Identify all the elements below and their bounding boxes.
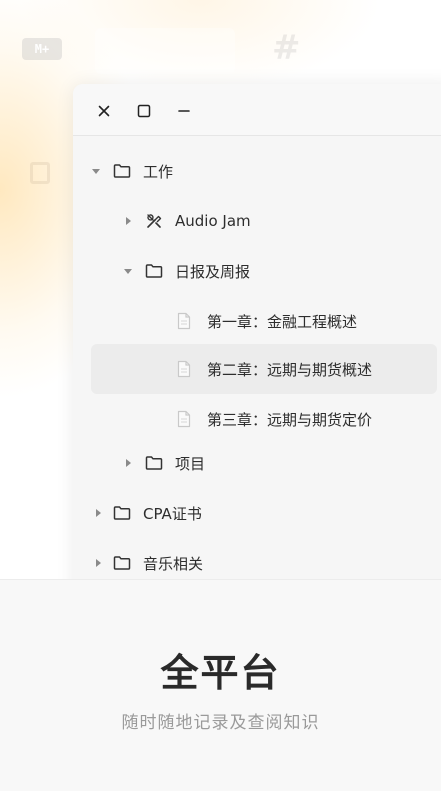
document-icon: [173, 358, 195, 380]
caret-right-icon[interactable]: [91, 506, 105, 520]
window-titlebar: [73, 84, 441, 136]
tree-item-label: 工作: [143, 162, 174, 181]
tree-item-chapter-3[interactable]: 第三章：远期与期货定价: [173, 396, 433, 442]
tree-item-label: Audio Jam: [175, 212, 251, 230]
tree-item-projects[interactable]: 项目: [121, 440, 421, 486]
tree-item-label: 项目: [175, 454, 206, 473]
tree-item-label: 第一章：金融工程概述: [207, 312, 358, 331]
folder-icon: [143, 260, 165, 282]
caret-down-icon[interactable]: [89, 164, 103, 178]
tree-item-daily-weekly[interactable]: 日报及周报: [121, 248, 421, 294]
folder-icon: [143, 452, 165, 474]
caret-right-icon[interactable]: [121, 214, 135, 228]
tree-item-work[interactable]: 工作: [89, 148, 429, 194]
tree-item-chapter-1[interactable]: 第一章：金融工程概述: [173, 298, 433, 344]
minimize-icon[interactable]: [173, 100, 195, 122]
folder-icon: [111, 552, 133, 574]
close-icon[interactable]: [93, 100, 115, 122]
document-icon: [173, 310, 195, 332]
background-toolbar: [95, 28, 235, 74]
tree-item-label: 日报及周报: [175, 262, 251, 281]
caret-right-icon[interactable]: [121, 456, 135, 470]
folder-icon: [111, 502, 133, 524]
tree-item-label: CPA证书: [143, 504, 202, 523]
hash-icon: #: [272, 28, 301, 68]
background-square-icon: [30, 162, 50, 184]
tree-item-chapter-2[interactable]: 第二章：远期与期货概述: [91, 344, 437, 394]
tree-item-label: 第二章：远期与期货概述: [207, 360, 373, 379]
promo-subtitle: 随时随地记录及查阅知识: [121, 713, 320, 733]
tree-item-label: 音乐相关: [143, 554, 204, 573]
promo-panel: 全平台 随时随地记录及查阅知识: [0, 579, 441, 791]
tree-item-cpa[interactable]: CPA证书: [91, 490, 421, 536]
caret-down-icon[interactable]: [121, 264, 135, 278]
document-icon: [173, 408, 195, 430]
tree-item-label: 第三章：远期与期货定价: [207, 410, 373, 429]
markdown-badge-icon: M+: [22, 38, 62, 60]
folder-icon: [111, 160, 133, 182]
tools-icon: [143, 210, 165, 232]
caret-right-icon[interactable]: [91, 556, 105, 570]
tree-item-audio-jam[interactable]: Audio Jam: [121, 198, 421, 244]
maximize-icon[interactable]: [133, 100, 155, 122]
promo-title: 全平台: [160, 651, 281, 695]
app-window: 工作 Audio Jam 日报及周报 第一章：金融工程概述 第二章：远期与期货概…: [73, 84, 441, 604]
